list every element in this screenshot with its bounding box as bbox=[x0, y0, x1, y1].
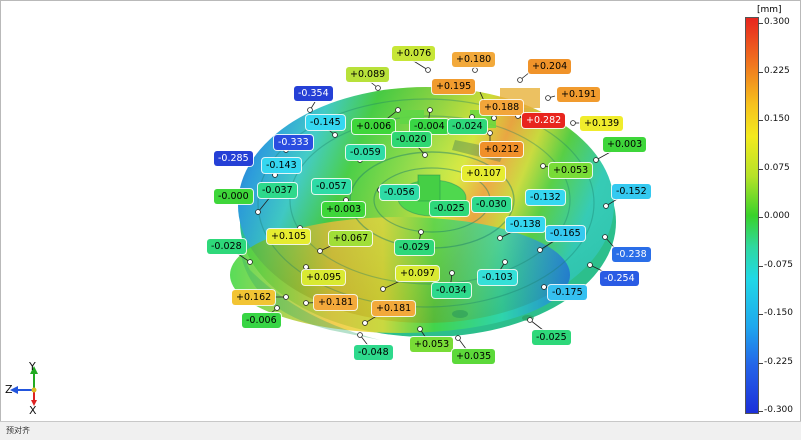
deviation-label: +0.195 bbox=[432, 79, 476, 94]
colorbar-tick bbox=[758, 314, 763, 315]
deviation-label: -0.025 bbox=[532, 330, 571, 345]
status-text: 预对齐 bbox=[6, 426, 30, 435]
deviation-label: +0.095 bbox=[302, 270, 346, 285]
deviation-label: +0.204 bbox=[528, 59, 572, 74]
deviation-label: +0.053 bbox=[410, 337, 454, 352]
deviation-label: -0.103 bbox=[478, 270, 517, 285]
deviation-label: +0.191 bbox=[557, 87, 601, 102]
part-render bbox=[225, 59, 631, 358]
colorbar-tick-label: 0.300 bbox=[764, 17, 790, 27]
deviation-label: +0.188 bbox=[480, 100, 524, 115]
deviation-label: +0.139 bbox=[580, 116, 624, 131]
deviation-label: +0.105 bbox=[267, 229, 311, 244]
colorbar-tick bbox=[758, 71, 763, 73]
deviation-label: -0.030 bbox=[472, 197, 511, 212]
colorbar-tick bbox=[758, 120, 763, 121]
axis-z-label: Z bbox=[5, 383, 13, 396]
colorbar-tick-label: 0.075 bbox=[764, 162, 790, 173]
colorbar-tick-label: 0.150 bbox=[764, 114, 790, 124]
colorbar-tick-label: -0.300 bbox=[764, 405, 794, 415]
deviation-label: +0.180 bbox=[452, 52, 496, 67]
colorbar-tick-label: 0.000 bbox=[764, 211, 790, 221]
deviation-label: -0.037 bbox=[258, 183, 297, 198]
deviation-label: +0.107 bbox=[462, 166, 506, 181]
deviation-label: -0.028 bbox=[207, 239, 246, 254]
deviation-label: -0.165 bbox=[546, 226, 585, 241]
colorbar-tick-label: -0.150 bbox=[764, 308, 794, 318]
deviation-label: -0.333 bbox=[274, 135, 313, 150]
status-bar: 预对齐 bbox=[0, 421, 801, 440]
deviation-label: -0.000 bbox=[214, 189, 253, 204]
deviation-label: -0.024 bbox=[448, 119, 487, 134]
deviation-label: -0.152 bbox=[612, 184, 651, 199]
deviation-label: +0.181 bbox=[372, 301, 416, 316]
colorbar-tick bbox=[758, 265, 763, 267]
deviation-label: -0.020 bbox=[392, 132, 431, 147]
color-scale-bar bbox=[745, 17, 759, 414]
deviation-label: -0.145 bbox=[306, 115, 345, 130]
colorbar-tick bbox=[758, 168, 763, 170]
deviation-label: +0.089 bbox=[346, 67, 390, 82]
deviation-label: -0.143 bbox=[262, 158, 301, 173]
deviation-label: -0.285 bbox=[214, 151, 253, 166]
deviation-label: +0.162 bbox=[232, 290, 276, 305]
deviation-label: +0.097 bbox=[396, 266, 440, 281]
colorbar-tick bbox=[758, 362, 763, 364]
deviation-label: +0.006 bbox=[352, 119, 396, 134]
colorbar-tick bbox=[758, 217, 763, 218]
colorbar-tick-label: -0.075 bbox=[764, 259, 794, 270]
deviation-label: -0.354 bbox=[294, 86, 333, 101]
axis-x-label: X bbox=[29, 404, 37, 417]
deviation-label: -0.029 bbox=[395, 240, 434, 255]
deviation-label: -0.138 bbox=[506, 217, 545, 232]
deviation-label: -0.132 bbox=[526, 190, 565, 205]
deviation-label: -0.006 bbox=[242, 313, 281, 328]
deviation-label: -0.254 bbox=[600, 271, 639, 286]
deviation-label: -0.175 bbox=[548, 285, 587, 300]
deviation-label: +0.076 bbox=[392, 46, 436, 61]
axis-y-label: Y bbox=[29, 360, 36, 373]
deviation-label: +0.212 bbox=[480, 142, 524, 157]
deviation-label: -0.059 bbox=[346, 145, 385, 160]
colorbar-tick bbox=[758, 411, 763, 412]
colorbar-tick-label: 0.225 bbox=[764, 65, 790, 76]
colorbar-tick-label: -0.225 bbox=[764, 356, 794, 367]
colorbar-tick bbox=[758, 23, 763, 24]
deviation-label: +0.067 bbox=[329, 231, 373, 246]
deviation-label: +0.003 bbox=[603, 137, 647, 152]
deviation-label: -0.025 bbox=[430, 201, 469, 216]
colorbar-unit-label: [mm] bbox=[757, 5, 782, 15]
axis-triad: Y Z X bbox=[4, 360, 52, 418]
deviation-label: +0.053 bbox=[549, 163, 593, 178]
deviation-label: +0.282 bbox=[522, 113, 566, 128]
3d-viewport[interactable]: +0.076 +0.180 +0.204 +0.089 +0.195 +0.191 -0.3… bbox=[0, 0, 801, 421]
deviation-label: +0.181 bbox=[314, 295, 358, 310]
deviation-label: -0.057 bbox=[312, 179, 351, 194]
deviation-label: -0.048 bbox=[354, 345, 393, 360]
deviation-label: -0.056 bbox=[380, 185, 419, 200]
deviation-label: +0.003 bbox=[322, 202, 366, 217]
deviation-label: +0.035 bbox=[452, 349, 496, 364]
deviation-label: -0.238 bbox=[612, 247, 651, 262]
deviation-label: -0.034 bbox=[432, 283, 471, 298]
